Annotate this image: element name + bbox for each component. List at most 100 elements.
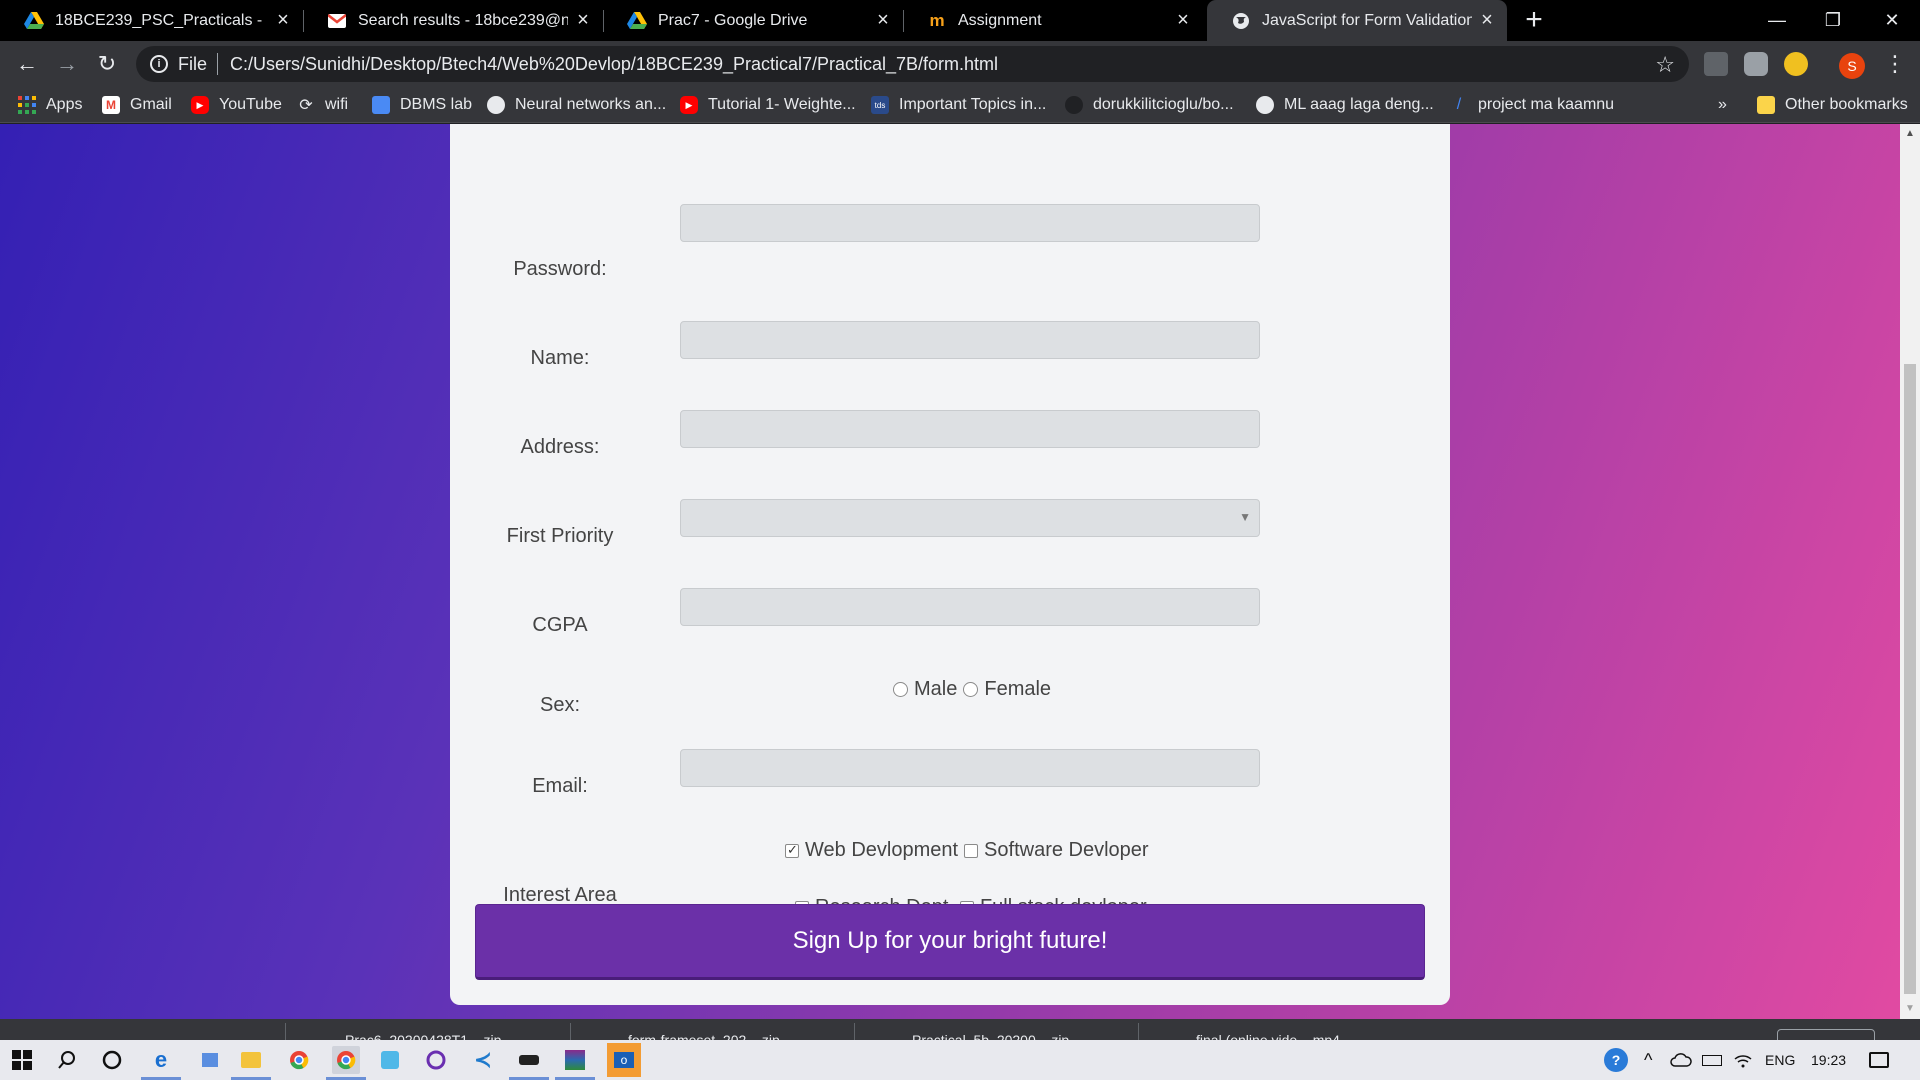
bookmark-dbms-lab[interactable]: DBMS lab (372, 87, 472, 123)
chrome-icon[interactable] (326, 1046, 366, 1080)
close-window-icon[interactable]: ✕ (1864, 0, 1920, 41)
battery-icon[interactable] (1702, 1040, 1722, 1080)
app-icon[interactable] (509, 1046, 549, 1080)
app-icon[interactable] (376, 1046, 404, 1074)
forward-arrow-icon[interactable]: → (52, 49, 82, 79)
show-all-downloads-button[interactable] (1777, 1029, 1875, 1040)
avatar[interactable]: S (1839, 53, 1865, 79)
email-label: Email: (532, 775, 588, 797)
software-devloper-checkbox[interactable] (964, 843, 979, 858)
url-text: C:/Users/Sunidhi/Desktop/Btech4/Web%20De… (230, 53, 999, 74)
chrome-icon[interactable] (285, 1046, 313, 1074)
bookmark-neural-networks[interactable]: Neural networks an... (487, 87, 666, 123)
bookmark-wifi[interactable]: ⟳ wifi (297, 87, 348, 123)
cgpa-field[interactable] (680, 588, 1260, 626)
close-tab-icon[interactable]: × (873, 10, 893, 30)
extension-icon[interactable] (1784, 52, 1808, 76)
interest-row-1: Web Devlopment Software Devloper (785, 839, 1149, 862)
clock[interactable]: 19:23 (1811, 1040, 1846, 1080)
moodle-icon: m (929, 10, 945, 30)
download-item[interactable]: Prac6_20200428T1....zip (345, 1032, 501, 1040)
password-field[interactable] (680, 204, 1260, 242)
email-field[interactable] (680, 749, 1260, 787)
vscode-icon[interactable]: ≺ (469, 1046, 497, 1074)
tab-assignment[interactable]: m Assignment × (903, 0, 1203, 41)
download-item[interactable]: form-frameset_202....zip (628, 1032, 780, 1040)
browser-toolbar: ← → ↻ i File C:/Users/Sunidhi/Desktop/Bt… (0, 41, 1920, 87)
name-field[interactable] (680, 321, 1260, 359)
chevron-down-icon: ▼ (1239, 510, 1251, 524)
minimize-icon[interactable]: — (1749, 0, 1805, 41)
extension-icon[interactable] (1704, 52, 1728, 76)
wifi-icon[interactable] (1734, 1040, 1752, 1080)
female-radio-label: Female (984, 678, 1052, 700)
scrollbar-thumb[interactable] (1904, 364, 1916, 994)
download-item[interactable]: final (online vide....mp4 (1196, 1032, 1340, 1040)
signup-form-card: Password: Name: Address: First Priority … (450, 124, 1450, 1005)
bookmark-project[interactable]: / project ma kaamnu (1450, 87, 1614, 123)
tab-form-validation[interactable]: JavaScript for Form Validation × (1207, 0, 1507, 41)
tab-psc-practicals[interactable]: 18BCE239_PSC_Practicals - Goog × (0, 0, 303, 41)
gmail-icon (327, 11, 347, 31)
tab-prac7-drive[interactable]: Prac7 - Google Drive × (603, 0, 903, 41)
software-devloper-label: Software Devloper (984, 839, 1149, 861)
file-stack-icon[interactable] (196, 1046, 224, 1074)
globe-icon (487, 96, 505, 114)
download-item[interactable]: Practical_5b_20200....zip (912, 1032, 1069, 1040)
bookmark-star-icon[interactable]: ☆ (1655, 52, 1675, 78)
help-icon[interactable]: ? (1604, 1040, 1628, 1080)
app-icon[interactable] (422, 1046, 450, 1074)
downloads-shelf: Prac6_20200428T1....zip form-frameset_20… (0, 1019, 1920, 1040)
address-bar[interactable]: i File C:/Users/Sunidhi/Desktop/Btech4/W… (136, 46, 1689, 82)
scroll-up-icon[interactable]: ▲ (1900, 124, 1920, 144)
sign-up-button[interactable]: Sign Up for your bright future! (475, 904, 1425, 980)
menu-dots-icon[interactable]: ⋮ (1884, 49, 1906, 79)
first-priority-select[interactable]: ▼ (680, 499, 1260, 537)
name-label: Name: (530, 347, 590, 369)
bookmark-ml[interactable]: ML aaag laga deng... (1256, 87, 1434, 123)
cloud-icon[interactable] (1670, 1040, 1692, 1080)
winrar-icon[interactable] (555, 1046, 595, 1080)
chevron-up-icon[interactable]: ^ (1644, 1040, 1652, 1080)
outlook-icon[interactable]: o (607, 1043, 641, 1077)
bookmark-other[interactable]: Other bookmarks (1757, 87, 1908, 123)
tab-search-results[interactable]: Search results - 18bce239@nirma × (303, 0, 603, 41)
tab-strip: 18BCE239_PSC_Practicals - Goog × Search … (0, 0, 1920, 41)
bookmark-tutorial[interactable]: ▶ Tutorial 1- Weighte... (680, 87, 856, 123)
notifications-icon[interactable] (1869, 1040, 1889, 1080)
apps-grid-icon (18, 96, 36, 114)
info-icon[interactable]: i (150, 55, 168, 73)
scroll-down-icon[interactable]: ▼ (1900, 999, 1920, 1019)
youtube-icon: ▶ (191, 96, 209, 114)
bookmark-gmail[interactable]: M Gmail (102, 87, 172, 123)
camera-icon[interactable] (1744, 52, 1768, 76)
bookmark-youtube[interactable]: ▶ YouTube (191, 87, 282, 123)
windows-start-icon[interactable] (8, 1046, 36, 1074)
web-devlopment-checkbox[interactable] (785, 842, 799, 858)
new-tab-button[interactable]: + (1519, 5, 1549, 35)
bookmark-important-topics[interactable]: tds Important Topics in... (871, 87, 1046, 123)
task-view-icon[interactable] (98, 1046, 126, 1074)
close-tab-icon[interactable]: × (273, 10, 293, 30)
reload-icon[interactable]: ↻ (92, 49, 122, 79)
female-radio[interactable] (963, 682, 979, 697)
page-scrollbar[interactable]: ▲ ▼ (1900, 124, 1920, 1019)
folder-icon (1757, 96, 1775, 114)
bookmark-apps[interactable]: Apps (18, 87, 82, 123)
language-indicator[interactable]: ENG (1765, 1040, 1795, 1080)
close-tab-icon[interactable]: × (1477, 10, 1497, 30)
file-explorer-icon[interactable] (231, 1046, 271, 1080)
male-radio-label: Male (914, 678, 958, 700)
male-radio[interactable] (893, 682, 908, 697)
search-icon[interactable] (53, 1046, 81, 1074)
edge-icon[interactable]: e (141, 1046, 181, 1080)
address-label: Address: (520, 436, 600, 458)
close-tab-icon[interactable]: × (1173, 10, 1193, 30)
bookmark-github[interactable]: dorukkilitcioglu/bo... (1065, 87, 1234, 123)
address-field[interactable] (680, 410, 1260, 448)
back-arrow-icon[interactable]: ← (12, 49, 42, 79)
tds-icon: tds (871, 96, 889, 114)
restore-icon[interactable]: ❐ (1805, 0, 1861, 41)
bookmarks-overflow-button[interactable]: » (1718, 87, 1727, 123)
close-tab-icon[interactable]: × (573, 10, 593, 30)
